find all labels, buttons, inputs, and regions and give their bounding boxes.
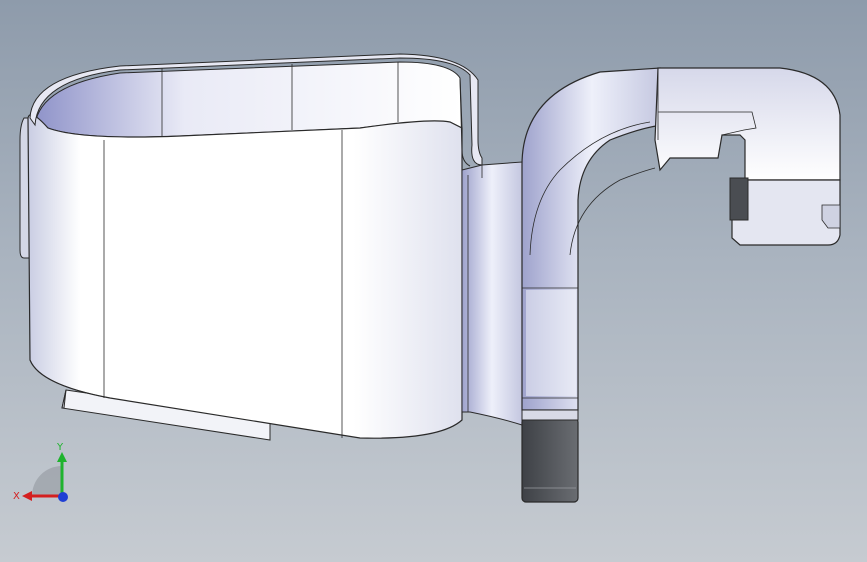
foot-block [521, 409, 579, 503]
x-axis-arrow [22, 491, 32, 501]
cad-model[interactable] [0, 0, 867, 562]
connector-strap [461, 161, 523, 426]
z-axis-dot [58, 492, 68, 502]
top-arm [654, 67, 841, 181]
shell-front [27, 114, 463, 439]
curved-arm [521, 67, 663, 411]
triad-plane [32, 466, 62, 496]
axis-triad: X Y [13, 442, 68, 502]
end-block [729, 177, 841, 246]
3d-viewport[interactable]: X Y [0, 0, 867, 562]
x-axis-label: X [13, 491, 20, 502]
y-axis-label: Y [56, 442, 64, 453]
y-axis-arrow [57, 452, 67, 462]
